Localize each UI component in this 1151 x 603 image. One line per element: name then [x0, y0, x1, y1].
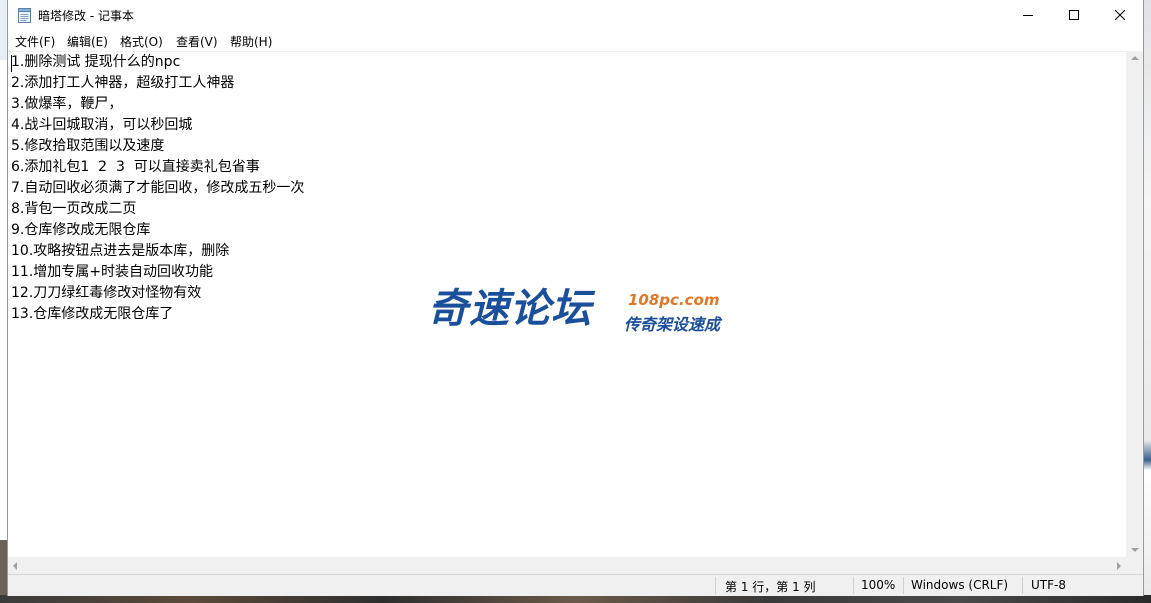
- text-line: 7.自动回收必须满了才能回收，修改成五秒一次: [11, 180, 305, 196]
- watermark-url: 108pc.com: [628, 291, 720, 309]
- menu-format[interactable]: 格式(O): [120, 33, 163, 50]
- status-bar: 第 1 行，第 1 列 100% Windows (CRLF) UTF-8: [8, 574, 1143, 596]
- watermark-subtitle: 传奇架设速成: [624, 315, 721, 334]
- window-title: 暗塔修改 - 记事本: [38, 9, 134, 23]
- text-line: 11.增加专属+时装自动回收功能: [11, 264, 213, 280]
- text-line: 10.攻略按钮点进去是版本库，删除: [11, 243, 230, 259]
- scroll-down-arrow-icon[interactable]: [1131, 548, 1139, 552]
- menu-view[interactable]: 查看(V): [176, 33, 218, 50]
- status-separator: [1022, 577, 1023, 594]
- notepad-icon[interactable]: [18, 8, 31, 23]
- horizontal-scrollbar[interactable]: [8, 557, 1126, 574]
- vertical-scrollbar[interactable]: [1126, 51, 1143, 557]
- text-line: 13.仓库修改成无限仓库了: [11, 306, 174, 322]
- maximize-icon: [1069, 10, 1079, 20]
- maximize-button[interactable]: [1051, 0, 1097, 30]
- watermark-main-text: 奇速论坛: [428, 286, 592, 332]
- status-separator: [715, 577, 716, 594]
- text-line: 1.删除测试 提现什么的npc: [11, 54, 181, 70]
- minimize-button[interactable]: [1005, 0, 1051, 30]
- background-right-edge: [1143, 0, 1151, 603]
- notepad-window: 暗塔修改 - 记事本 文件(F) 编辑(E) 格式(O) 查看(V) 帮助(H)…: [8, 0, 1143, 596]
- scrollbar-corner: [1126, 557, 1143, 574]
- menu-bar: 文件(F) 编辑(E) 格式(O) 查看(V) 帮助(H): [8, 30, 1143, 50]
- text-line: 9.仓库修改成无限仓库: [11, 222, 151, 238]
- close-icon: [1115, 10, 1125, 20]
- text-line: 2.添加打工人神器，超级打工人神器: [11, 75, 235, 91]
- text-line: 6.添加礼包1 2 3 可以直接卖礼包省事: [11, 159, 260, 175]
- text-line: 4.战斗回城取消，可以秒回城: [11, 117, 193, 133]
- minimize-icon: [1023, 10, 1033, 20]
- background-bottom-edge: [0, 595, 1151, 603]
- status-separator: [903, 577, 904, 594]
- text-line: 3.做爆率，鞭尸，: [11, 96, 123, 112]
- status-cursor-position: 第 1 行，第 1 列: [725, 580, 816, 594]
- status-separator: [853, 577, 854, 594]
- scroll-right-arrow-icon[interactable]: [1117, 562, 1121, 570]
- forum-watermark: 奇速论坛 108pc.com 传奇架设速成: [428, 285, 738, 341]
- status-zoom: 100%: [861, 578, 896, 592]
- text-line: 12.刀刀绿红毒修改对怪物有效: [11, 285, 202, 301]
- close-button[interactable]: [1097, 0, 1143, 30]
- status-encoding: UTF-8: [1031, 578, 1066, 592]
- menu-help[interactable]: 帮助(H): [230, 33, 272, 50]
- menu-edit[interactable]: 编辑(E): [67, 33, 108, 50]
- background-left-edge: [0, 0, 8, 603]
- text-line: 5.修改拾取范围以及速度: [11, 138, 165, 154]
- title-bar[interactable]: 暗塔修改 - 记事本: [8, 0, 1143, 30]
- scroll-up-arrow-icon[interactable]: [1131, 56, 1139, 60]
- menu-file[interactable]: 文件(F): [15, 33, 55, 50]
- text-line: 8.背包一页改成二页: [11, 201, 137, 217]
- scroll-left-arrow-icon[interactable]: [13, 562, 17, 570]
- status-line-ending: Windows (CRLF): [911, 578, 1009, 592]
